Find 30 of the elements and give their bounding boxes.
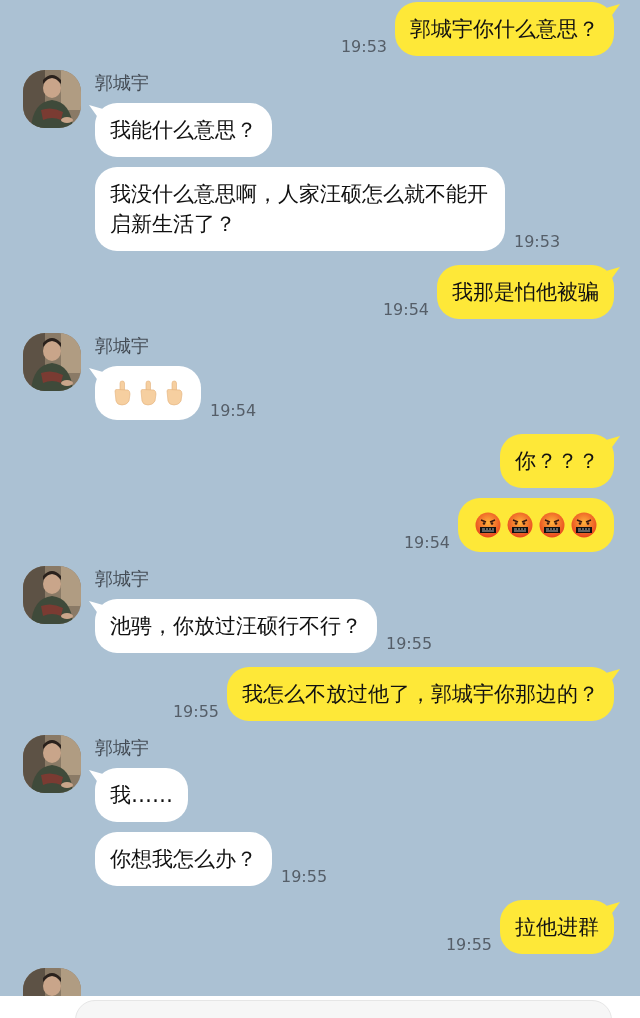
message-time: 19:55 <box>386 636 433 653</box>
sender-name: 郭城宇 <box>95 71 150 95</box>
message-time: 19:53 <box>340 39 387 56</box>
angry-face-icon <box>507 512 533 538</box>
message-bubble: 郭城宇你什么意思？ <box>395 2 614 56</box>
message-bubble: 我那是怕他被骗 <box>437 265 614 319</box>
message-bubble: 拉他进群 <box>500 900 614 954</box>
message-bubble: 我怎么不放过他了，郭城宇你那边的？ <box>227 667 614 721</box>
angry-face-icon <box>539 512 565 538</box>
message-bubble: 池骋，你放过汪硕行不行？ <box>95 599 377 653</box>
message-bubble: 我没什么意思啊，人家汪硕怎么就不能开启新生活了？ <box>95 167 505 251</box>
hand-icon <box>164 380 184 406</box>
message-time: 19:54 <box>403 535 450 552</box>
message-bubble: 你？？？ <box>500 434 614 488</box>
message-time: 19:54 <box>382 302 429 319</box>
message-time: 19:55 <box>445 937 492 954</box>
message-time: 19:53 <box>514 234 561 251</box>
sender-name: 郭城宇 <box>95 334 150 358</box>
sender-name: 郭城宇 <box>95 736 150 760</box>
angry-face-icon <box>571 512 597 538</box>
message-bubble: 我…… <box>95 768 188 822</box>
sender-name: 郭城宇 <box>95 567 150 591</box>
hand-icon <box>138 380 158 406</box>
message-time: 19:55 <box>172 704 219 721</box>
message-bubble: 我能什么意思？ <box>95 103 272 157</box>
message-time: 19:55 <box>281 869 328 886</box>
message-bubble: 你想我怎么办？ <box>95 832 272 886</box>
angry-face-icon <box>475 512 501 538</box>
message-time: 19:54 <box>210 403 257 420</box>
hand-icon <box>112 380 132 406</box>
